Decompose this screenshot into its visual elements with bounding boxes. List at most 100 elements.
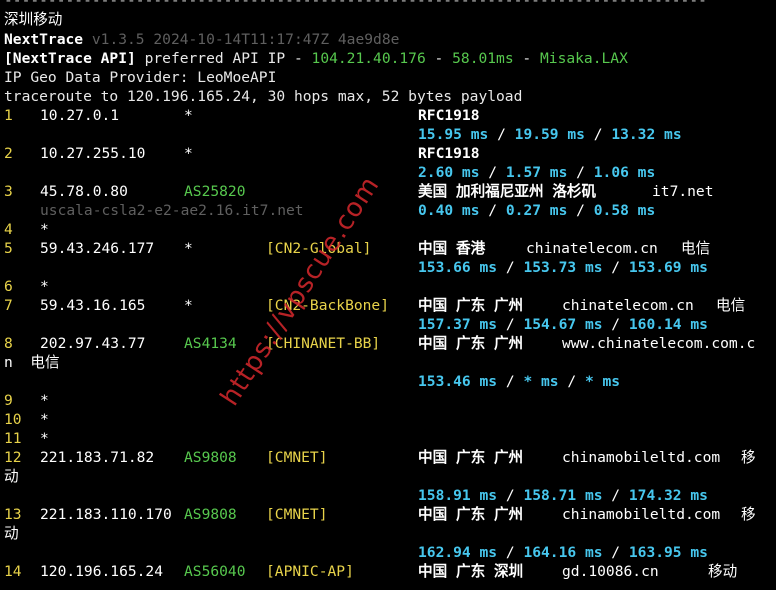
- hop-geo: RFC1918: [418, 145, 480, 162]
- hop-rdns-row: uscala-csla2-e2-ae2.16.it7.net 0.40 ms / …: [4, 201, 776, 220]
- api-line: [NextTrace API] preferred API IP - 104.2…: [4, 50, 628, 67]
- hop-latency: 163.95 ms: [628, 544, 708, 561]
- hop-timing: 158.91 ms / 158.71 ms / 174.32 ms: [418, 486, 708, 505]
- hop-ip: 202.97.43.77: [40, 335, 146, 352]
- hop-row: 2 10.27.255.10 * RFC1918: [4, 144, 776, 163]
- timing-separator: /: [602, 316, 629, 333]
- timing-separator: /: [497, 544, 524, 561]
- hop-asn: AS4134: [184, 335, 237, 352]
- hop-ip: 10.27.255.10: [40, 145, 146, 162]
- hop-latency: 157.37 ms: [418, 316, 498, 333]
- hop-row: 5 59.43.246.177 * [CN2-Global] 中国 香港 chinatel…: [4, 239, 776, 258]
- hop-latency: 15.95 ms: [418, 126, 489, 143]
- hop-domain: gd.10086.cn: [562, 563, 659, 580]
- hop-row: 13 221.183.110.170 AS9808 [CMNET] 中国 广东 广州 ch…: [4, 505, 776, 524]
- hop-domain: chinamobileltd.com: [562, 449, 721, 466]
- hop-row: 11 *: [4, 429, 776, 448]
- hop-geo: 中国 广东 广州: [418, 335, 524, 352]
- hop-domain: chinatelecom.cn: [562, 297, 694, 314]
- hop-ip: *: [40, 430, 49, 447]
- hop-timing-row: 153.46 ms / * ms / * ms: [4, 372, 776, 391]
- hop-latency: * ms: [584, 373, 621, 390]
- timing-separator: /: [567, 164, 594, 181]
- hop-rdns: uscala-csla2-e2-ae2.16.it7.net: [40, 202, 304, 219]
- hop-latency: 154.67 ms: [523, 316, 603, 333]
- hop-ip: 221.183.110.170: [40, 506, 172, 523]
- hop-timing-row: 2.60 ms / 1.57 ms / 1.06 ms: [4, 163, 776, 182]
- hop-latency: 1.06 ms: [593, 164, 656, 181]
- hop-isp: 移动: [708, 563, 738, 580]
- hop-number: 6: [4, 278, 13, 295]
- hop-number: 10: [4, 411, 22, 428]
- hop-number: 14: [4, 563, 22, 580]
- hop-timing-row: 153.66 ms / 153.73 ms / 153.69 ms: [4, 258, 776, 277]
- hop-geo: 中国 广东 深圳: [418, 563, 524, 580]
- hop-asn: *: [184, 297, 193, 314]
- timing-separator: /: [584, 126, 612, 143]
- hop-latency: 153.46 ms: [418, 373, 498, 390]
- timing-separator: /: [497, 487, 524, 504]
- hop-latency: 162.94 ms: [418, 544, 498, 561]
- hop-row: 8 202.97.43.77 AS4134 [CHINANET-BB] 中国 广东 广州…: [4, 334, 776, 353]
- hop-wrapped-text: n 电信: [4, 354, 60, 371]
- hop-number: 4: [4, 221, 13, 238]
- hop-timing: 0.40 ms / 0.27 ms / 0.58 ms: [418, 201, 655, 220]
- hop-ip: 221.183.71.82: [40, 449, 155, 466]
- hop-ip: 45.78.0.80: [40, 183, 128, 200]
- hop-number: 1: [4, 107, 13, 124]
- hop-row: 14 120.196.165.24 AS56040 [APNIC-AP] 中国 广东 深…: [4, 562, 776, 581]
- hop-geo: 中国 香港: [418, 240, 486, 257]
- hop-row: 12 221.183.71.82 AS9808 [CMNET] 中国 广东 广州 chin…: [4, 448, 776, 467]
- timing-separator: /: [602, 544, 629, 561]
- hop-isp: 移: [741, 449, 756, 466]
- hop-geo: 美国 加利福尼亚州 洛杉矶: [418, 183, 597, 200]
- hop-timing-row: 162.94 ms / 164.16 ms / 163.95 ms: [4, 543, 776, 562]
- hop-number: 9: [4, 392, 13, 409]
- hop-wrapped-text: 动: [4, 525, 19, 542]
- hop-number: 8: [4, 335, 13, 352]
- hop-timing: 153.66 ms / 153.73 ms / 153.69 ms: [418, 258, 708, 277]
- hop-ip: 59.43.16.165: [40, 297, 146, 314]
- hop-timing: 162.94 ms / 164.16 ms / 163.95 ms: [418, 543, 708, 562]
- hop-row: 9 *: [4, 391, 776, 410]
- hop-ip: *: [40, 411, 49, 428]
- hop-row: 7 59.43.16.165 * [CN2-BackBone] 中国 广东 广州 chin…: [4, 296, 776, 315]
- hop-timing-row: 15.95 ms / 19.59 ms / 13.32 ms: [4, 125, 776, 144]
- hop-isp: 移: [741, 506, 756, 523]
- hop-timing: 153.46 ms / * ms / * ms: [418, 372, 620, 391]
- hop-row: 4 *: [4, 220, 776, 239]
- hop-latency: 158.91 ms: [418, 487, 498, 504]
- hop-latency: 174.32 ms: [628, 487, 708, 504]
- hop-asn: AS25820: [184, 183, 246, 200]
- hop-row: 1 10.27.0.1 * RFC1918: [4, 106, 776, 125]
- hop-network-tag: [CMNET]: [266, 449, 328, 466]
- tool-name: NextTrace: [4, 31, 84, 48]
- hop-latency: * ms: [523, 373, 559, 390]
- hop-domain: chinatelecom.cn: [526, 240, 658, 257]
- hop-ip: 59.43.246.177: [40, 240, 155, 257]
- traceroute-line: traceroute to 120.196.165.24, 30 hops ma…: [4, 88, 523, 105]
- hop-latency: 0.27 ms: [505, 202, 568, 219]
- hop-asn: *: [184, 107, 193, 124]
- hop-asn: AS9808: [184, 506, 237, 523]
- hop-geo: 中国 广东 广州: [418, 506, 524, 523]
- terminal-window[interactable]: { "separator": "------------------------…: [0, 0, 776, 590]
- timing-separator: /: [567, 202, 594, 219]
- hop-network-tag: [APNIC-AP]: [266, 563, 354, 580]
- hop-asn: *: [184, 240, 193, 257]
- hop-row: 10 *: [4, 410, 776, 429]
- hop-asn: AS9808: [184, 449, 237, 466]
- timing-separator: /: [488, 126, 515, 143]
- hop-geo: 中国 广东 广州: [418, 297, 524, 314]
- timing-separator: /: [602, 487, 629, 504]
- hop-isp: 电信: [716, 297, 746, 314]
- hop-isp: 电信: [681, 240, 711, 257]
- hop-timing-row: 158.91 ms / 158.71 ms / 174.32 ms: [4, 486, 776, 505]
- hop-asn: AS56040: [184, 563, 246, 580]
- api-latency: 58.01ms: [452, 50, 514, 67]
- hop-geo: RFC1918: [418, 107, 480, 124]
- hop-latency: 164.16 ms: [523, 544, 603, 561]
- hop-number: 2: [4, 145, 13, 162]
- hop-latency: 153.73 ms: [523, 259, 603, 276]
- hop-latency: 158.71 ms: [523, 487, 603, 504]
